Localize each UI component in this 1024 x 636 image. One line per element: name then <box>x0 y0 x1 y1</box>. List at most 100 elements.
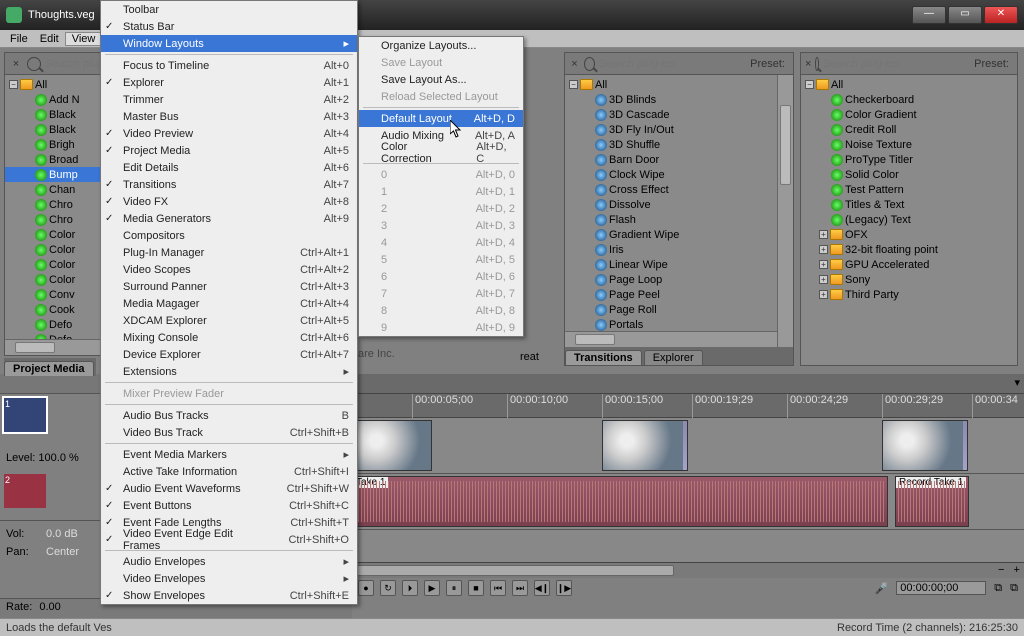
hscrollbar[interactable] <box>565 331 777 347</box>
play-start-button[interactable]: ⏵ <box>402 580 418 596</box>
menu-item[interactable]: Audio Envelopes▸ <box>101 553 357 570</box>
menu-item[interactable]: Edit DetailsAlt+6 <box>101 159 357 176</box>
tree-item[interactable]: Color Gradient <box>801 107 1017 122</box>
tree-item[interactable]: Portals <box>565 317 793 332</box>
tl-dropdown-icon[interactable]: ▾ <box>1010 374 1024 391</box>
stop-button[interactable]: ■ <box>468 580 484 596</box>
menu-item[interactable]: Default LayoutAlt+D, D <box>359 110 523 127</box>
ruler[interactable]: 00:00:05;0000:00:10;0000:00:15;0000:00:1… <box>352 394 1024 418</box>
tree-item[interactable]: Page Loop <box>565 272 793 287</box>
menu-item[interactable]: Window Layouts▸ <box>101 35 357 52</box>
menu-item[interactable]: ✓Video FXAlt+8 <box>101 193 357 210</box>
track-header-1[interactable]: 1 <box>4 398 46 432</box>
menu-item[interactable]: ✓Show EnvelopesCtrl+Shift+E <box>101 587 357 604</box>
audio-clip-rec[interactable]: Record Take 1 <box>895 476 969 527</box>
search-input[interactable] <box>823 58 966 70</box>
video-track[interactable] <box>352 418 1024 474</box>
menu-item[interactable]: Compositors <box>101 227 357 244</box>
menu-item[interactable]: Color CorrectionAlt+D, C <box>359 144 523 161</box>
start-button[interactable]: ⏮ <box>490 580 506 596</box>
tc-icon[interactable]: ⧉ <box>1010 582 1018 595</box>
menu-item[interactable]: Device ExplorerCtrl+Alt+7 <box>101 346 357 363</box>
panel-close-icon[interactable]: × <box>805 58 811 70</box>
tree-item[interactable]: Page Roll <box>565 302 793 317</box>
record-button[interactable]: ● <box>358 580 374 596</box>
panel-close-icon[interactable]: × <box>9 58 23 70</box>
tree-folder[interactable]: +32-bit floating point <box>801 242 1017 257</box>
tree-item[interactable]: Gradient Wipe <box>565 227 793 242</box>
rate-value[interactable]: 0.00 <box>39 601 60 613</box>
tab-project-media[interactable]: Project Media <box>4 361 94 376</box>
tree-item[interactable]: Cross Effect <box>565 182 793 197</box>
menu-edit[interactable]: Edit <box>34 33 65 45</box>
loop-button[interactable]: ↻ <box>380 580 396 596</box>
tree-item[interactable]: Flash <box>565 212 793 227</box>
end-button[interactable]: ⏭ <box>512 580 528 596</box>
tc-icon[interactable]: ⧉ <box>994 582 1002 595</box>
timeline-toolbar[interactable]: ▾ <box>352 374 1024 394</box>
menu-item[interactable]: ✓ExplorerAlt+1 <box>101 74 357 91</box>
tab-explorer[interactable]: Explorer <box>644 350 703 365</box>
view-menu[interactable]: Toolbar✓Status BarWindow Layouts▸Focus t… <box>100 0 358 605</box>
tree-item[interactable]: 3D Shuffle <box>565 137 793 152</box>
menu-item[interactable]: ✓Event ButtonsCtrl+Shift+C <box>101 497 357 514</box>
tree-root[interactable]: −All <box>565 77 793 92</box>
menu-item[interactable]: ✓Media GeneratorsAlt+9 <box>101 210 357 227</box>
panel-close-icon[interactable]: × <box>569 58 580 70</box>
timeline-hscrollbar[interactable]: − + <box>352 562 1024 578</box>
menu-item[interactable]: Video ScopesCtrl+Alt+2 <box>101 261 357 278</box>
tree-item[interactable]: Test Pattern <box>801 182 1017 197</box>
menu-item[interactable]: Active Take InformationCtrl+Shift+I <box>101 463 357 480</box>
tree-item[interactable]: Linear Wipe <box>565 257 793 272</box>
mediagen-tree[interactable]: −AllCheckerboardColor GradientCredit Rol… <box>801 75 1017 304</box>
menu-item[interactable]: XDCAM ExplorerCtrl+Alt+5 <box>101 312 357 329</box>
menu-item[interactable]: Video Bus TrackCtrl+Shift+B <box>101 424 357 441</box>
vol-value[interactable]: 0.0 dB <box>46 528 78 540</box>
menu-item[interactable]: ✓Audio Event WaveformsCtrl+Shift+W <box>101 480 357 497</box>
maximize-button[interactable]: ▭ <box>948 6 982 24</box>
audio-track[interactable]: Take 1 Record Take 1 <box>352 474 1024 530</box>
audio-clip[interactable]: Take 1 <box>352 476 888 527</box>
tree-item[interactable]: 3D Fly In/Out <box>565 122 793 137</box>
vscrollbar[interactable] <box>777 75 793 347</box>
menu-item[interactable]: Event Media Markers▸ <box>101 446 357 463</box>
menu-item[interactable]: Mixing ConsoleCtrl+Alt+6 <box>101 329 357 346</box>
tree-item[interactable]: Clock Wipe <box>565 167 793 182</box>
menu-item[interactable]: Save Layout As... <box>359 71 523 88</box>
tab-transitions[interactable]: Transitions <box>565 350 642 365</box>
play-button[interactable]: ▶ <box>424 580 440 596</box>
tree-item[interactable]: Iris <box>565 242 793 257</box>
menu-item[interactable]: Organize Layouts... <box>359 37 523 54</box>
minimize-button[interactable]: — <box>912 6 946 24</box>
menu-file[interactable]: File <box>4 33 34 45</box>
tree-item[interactable]: Dissolve <box>565 197 793 212</box>
timecode-field[interactable] <box>896 581 986 595</box>
menu-item[interactable]: ✓Project MediaAlt+5 <box>101 142 357 159</box>
pause-button[interactable]: ⏸ <box>446 580 462 596</box>
close-button[interactable]: ✕ <box>984 6 1018 24</box>
tree-item[interactable]: Credit Roll <box>801 122 1017 137</box>
tree-item[interactable]: Page Peel <box>565 287 793 302</box>
menu-item[interactable]: Audio Bus TracksB <box>101 407 357 424</box>
pan-value[interactable]: Center <box>46 546 79 558</box>
menu-item[interactable]: Video Envelopes▸ <box>101 570 357 587</box>
menu-view[interactable]: View <box>65 32 103 46</box>
tree-item[interactable]: (Legacy) Text <box>801 212 1017 227</box>
tree-folder[interactable]: +OFX <box>801 227 1017 242</box>
tree-item[interactable]: ProType Titler <box>801 152 1017 167</box>
tree-item[interactable]: Solid Color <box>801 167 1017 182</box>
search-input[interactable] <box>599 58 742 70</box>
menu-item[interactable]: Plug-In ManagerCtrl+Alt+1 <box>101 244 357 261</box>
menu-item[interactable]: Surround PannerCtrl+Alt+3 <box>101 278 357 295</box>
menu-item[interactable]: Media MagagerCtrl+Alt+4 <box>101 295 357 312</box>
track-header-2[interactable]: 2 <box>4 474 46 508</box>
prev-button[interactable]: ◀❙ <box>534 580 550 596</box>
window-layouts-submenu[interactable]: Organize Layouts...Save LayoutSave Layou… <box>358 36 524 337</box>
video-clip[interactable] <box>882 420 968 471</box>
menu-item[interactable]: TrimmerAlt+2 <box>101 91 357 108</box>
next-button[interactable]: ❙▶ <box>556 580 572 596</box>
tree-item[interactable]: 3D Cascade <box>565 107 793 122</box>
menu-item[interactable]: Toolbar <box>101 1 357 18</box>
tree-item[interactable]: Checkerboard <box>801 92 1017 107</box>
tree-item[interactable]: Barn Door <box>565 152 793 167</box>
